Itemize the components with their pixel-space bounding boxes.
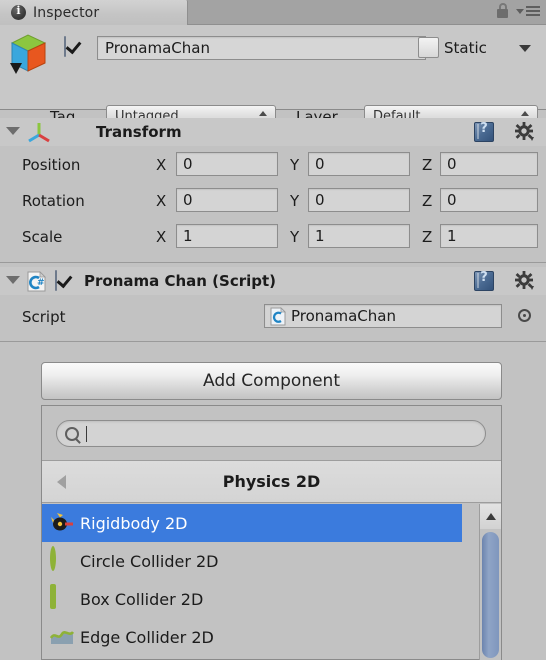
tabbar-actions [496,3,540,19]
tab-inspector-label: Inspector [33,4,100,21]
help-book-icon[interactable] [474,270,494,291]
csharp-script-icon [270,306,286,326]
script-title: Pronama Chan (Script) [84,272,277,290]
component-header-pronama-chan[interactable]: # Pronama Chan (Script) [0,267,546,295]
transform-title: Transform [96,123,182,141]
list-item-edge-collider-2d[interactable]: Edge Collider 2D [42,618,462,656]
position-x-input[interactable]: 0 [176,152,278,176]
inspector-window: Inspector PronamaChan [0,0,546,660]
window-tabbar: Inspector [0,0,546,25]
static-dropdown-chevron-down-icon[interactable] [519,45,531,52]
rigidbody2d-icon [50,511,74,535]
search-icon [65,426,79,441]
component-list: Rigidbody 2D Circle Collider 2D Box Coll… [42,504,501,660]
circle-collider2d-icon [50,546,74,573]
context-menu-icon[interactable] [516,6,540,16]
rotation-x-axis-label: X [156,192,167,210]
svg-text:#: # [37,278,45,288]
transform-scale-row: Scale X 1 Y 1 Z 1 [0,220,546,256]
static-label: Static [444,38,487,57]
list-item-label: Rigidbody 2D [80,513,188,533]
list-item-box-collider-2d[interactable]: Box Collider 2D [42,580,462,618]
position-y-input[interactable]: 0 [308,152,410,176]
transform-foldout-triangle-icon[interactable] [6,127,20,135]
position-z-axis-label: Z [422,156,433,174]
list-item-label: Box Collider 2D [80,589,204,609]
csharp-script-icon: # [27,271,46,292]
box-collider2d-icon [50,584,74,611]
transform-rotation-row: Rotation X 0 Y 0 Z 0 [0,184,546,220]
scale-y-axis-label: Y [290,228,300,246]
gameobject-header: PronamaChan Static Tag Untagged Layer De… [0,25,546,128]
gear-icon[interactable] [515,271,534,290]
position-x-axis-label: X [156,156,167,174]
scroll-up-arrow-icon[interactable] [480,504,501,529]
list-item-label: Circle Collider 2D [80,551,219,571]
gameobject-active-checkbox[interactable] [64,36,85,58]
static-checkbox-group[interactable]: Static [418,37,487,58]
component-search-area [42,406,501,461]
tab-inspector[interactable]: Inspector [0,0,188,25]
position-label: Position [22,156,81,174]
info-icon [11,4,26,20]
component-search-input[interactable] [56,420,486,447]
help-book-icon[interactable] [474,121,494,142]
list-item-rigidbody-2d[interactable]: Rigidbody 2D [42,504,462,542]
script-object-field-value: PronamaChan [291,307,396,325]
gameobject-name-input[interactable]: PronamaChan [97,36,426,60]
rotation-z-input[interactable]: 0 [440,188,538,212]
position-y-axis-label: Y [290,156,300,174]
lock-open-icon[interactable] [496,3,510,19]
scale-y-input[interactable]: 1 [308,224,410,248]
script-enabled-checkbox[interactable] [55,270,76,292]
text-cursor [86,425,87,442]
rotation-y-axis-label: Y [290,192,300,210]
rotation-label: Rotation [22,192,85,210]
divider [0,262,546,263]
rotation-x-input[interactable]: 0 [176,188,278,212]
add-component-popup: Physics 2D Rigidbody 2D Circle Collider … [41,405,502,660]
script-foldout-triangle-icon[interactable] [6,276,20,284]
rotation-z-axis-label: Z [422,192,433,210]
scale-z-input[interactable]: 1 [440,224,538,248]
rotation-y-input[interactable]: 0 [308,188,410,212]
scale-label: Scale [22,228,63,246]
static-checkbox[interactable] [418,37,439,58]
script-object-field[interactable]: PronamaChan [264,304,502,328]
component-group-title: Physics 2D [222,472,321,491]
edge-collider2d-icon [49,625,75,649]
component-group-header[interactable]: Physics 2D [42,461,501,503]
list-item-circle-collider-2d[interactable]: Circle Collider 2D [42,542,462,580]
list-item-label: Edge Collider 2D [80,627,214,647]
transform-gizmo-icon [26,121,52,144]
scale-x-input[interactable]: 1 [176,224,278,248]
divider [0,341,546,342]
script-reference-row: Script PronamaChan [0,300,546,336]
gear-icon[interactable] [515,122,534,141]
component-list-scrollbar[interactable] [479,504,501,660]
script-label: Script [22,308,66,326]
component-header-transform[interactable]: Transform [0,118,546,146]
chevron-left-icon[interactable] [57,475,66,489]
add-component-button[interactable]: Add Component [41,362,502,400]
scale-x-axis-label: X [156,228,167,246]
transform-position-row: Position X 0 Y 0 Z 0 [0,148,546,184]
position-z-input[interactable]: 0 [440,152,538,176]
scrollbar-thumb[interactable] [482,532,499,658]
cube-gameobject-icon [8,32,50,77]
scale-z-axis-label: Z [422,228,433,246]
object-picker-icon[interactable] [518,309,531,322]
